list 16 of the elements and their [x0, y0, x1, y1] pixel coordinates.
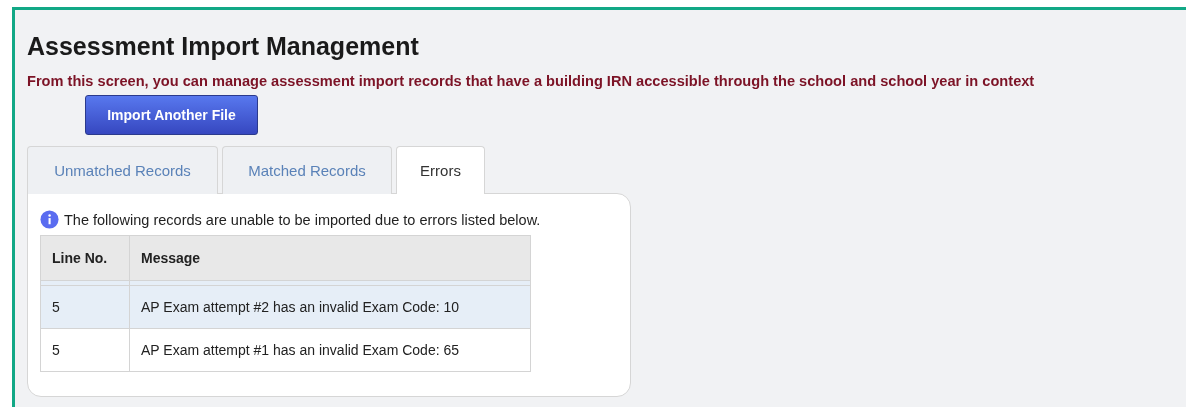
description-text: From this screen, you can manage assessment import records that have a building IRN accessible through the school and school year in context — [27, 73, 1036, 89]
tab[interactable]: Errors — [396, 146, 485, 194]
table-cell: 5 — [40, 285, 130, 329]
table-cell: 5 — [40, 328, 130, 372]
info-icon — [40, 210, 59, 229]
table-cell: AP Exam attempt #2 has an invalid Exam Code: 10 — [129, 285, 531, 329]
column-header: Line No. — [40, 235, 130, 281]
table-row[interactable]: 5 AP Exam attempt #2 has an invalid Exam Code: 10 — [40, 285, 531, 329]
page-title: Assessment Import Management — [27, 32, 420, 61]
notice-text: The following records are unable to be imported due to errors listed below. — [64, 211, 541, 228]
column-header: Message — [129, 235, 531, 281]
tab[interactable]: Unmatched Records — [27, 146, 218, 194]
tab[interactable]: Matched Records — [222, 146, 392, 194]
import-button[interactable]: Import Another File — [85, 95, 258, 135]
table-cell: AP Exam attempt #1 has an invalid Exam Code: 65 — [129, 328, 531, 372]
table-row[interactable]: 5 AP Exam attempt #1 has an invalid Exam Code: 65 — [40, 328, 531, 372]
